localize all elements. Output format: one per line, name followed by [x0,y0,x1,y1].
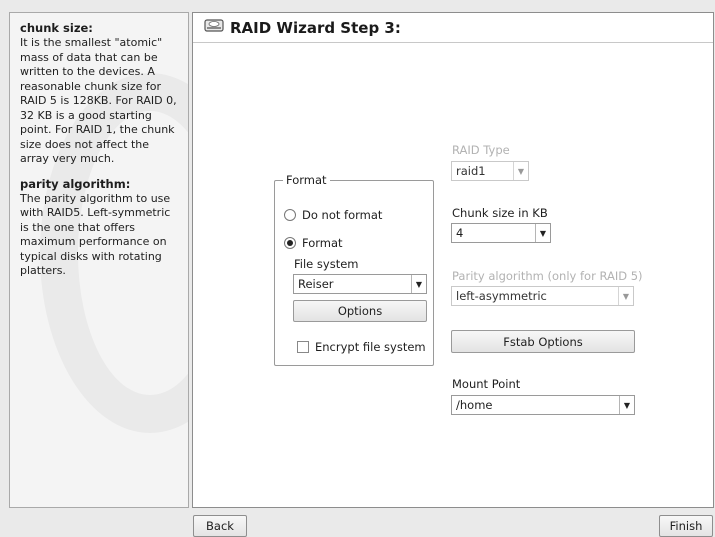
mount-point-label: Mount Point [452,377,521,391]
chevron-down-icon: ▼ [411,275,426,293]
chevron-down-icon: ▼ [618,287,633,305]
file-system-value: Reiser [294,277,411,291]
raid-type-value: raid1 [456,164,486,178]
back-button[interactable]: Back [193,515,247,537]
mount-point-value: /home [456,398,493,412]
parity-algorithm-select[interactable]: left-asymmetric ▼ [451,286,634,306]
file-system-label: File system [294,257,359,271]
format-group-legend: Format [283,173,330,187]
raid-type-label: RAID Type [452,143,510,157]
encrypt-checkbox[interactable] [297,341,309,353]
chunk-size-label: Chunk size in KB [452,206,548,220]
title-divider [193,42,713,43]
radio-do-not-format[interactable]: Do not format [284,208,382,222]
help-heading-chunk-size: chunk size: [20,21,93,35]
help-panel: chunk size: It is the smallest "atomic" … [9,12,189,508]
file-system-select[interactable]: Reiser ▼ [293,274,427,294]
wizard-title-bar: RAID Wizard Step 3: [193,13,713,49]
finish-button[interactable]: Finish [659,515,713,537]
chevron-down-icon: ▼ [513,162,528,180]
help-text-chunk-size: It is the smallest "atomic" mass of data… [20,36,177,165]
format-group: Format Do not format Format File system … [274,173,434,366]
raid-type-select[interactable]: raid1 ▼ [451,161,529,181]
radio-format-indicator[interactable] [284,237,296,249]
radio-format[interactable]: Format [284,236,343,250]
help-text-parity: The parity algorithm to use with RAID5. … [20,191,171,278]
harddisk-icon [203,17,225,35]
parity-algorithm-value: left-asymmetric [456,289,547,303]
wizard-panel: RAID Wizard Step 3: Format Do not format… [192,12,714,508]
options-button[interactable]: Options [293,300,427,322]
encrypt-checkbox-row[interactable]: Encrypt file system [297,340,426,354]
chevron-down-icon: ▼ [535,224,550,242]
chunk-size-select[interactable]: 4 ▼ [451,223,551,243]
radio-do-not-format-label: Do not format [302,208,383,222]
help-heading-parity: parity algorithm: [20,176,131,191]
mount-point-select[interactable]: /home ▼ [451,395,635,415]
chevron-down-icon: ▼ [619,396,634,414]
encrypt-label: Encrypt file system [315,340,426,354]
fstab-options-button[interactable]: Fstab Options [451,330,635,353]
parity-algorithm-label: Parity algorithm (only for RAID 5) [452,269,643,283]
radio-do-not-format-indicator[interactable] [284,209,296,221]
page-title: RAID Wizard Step 3: [230,19,401,37]
chunk-size-value: 4 [456,226,464,240]
radio-format-label: Format [302,236,343,250]
